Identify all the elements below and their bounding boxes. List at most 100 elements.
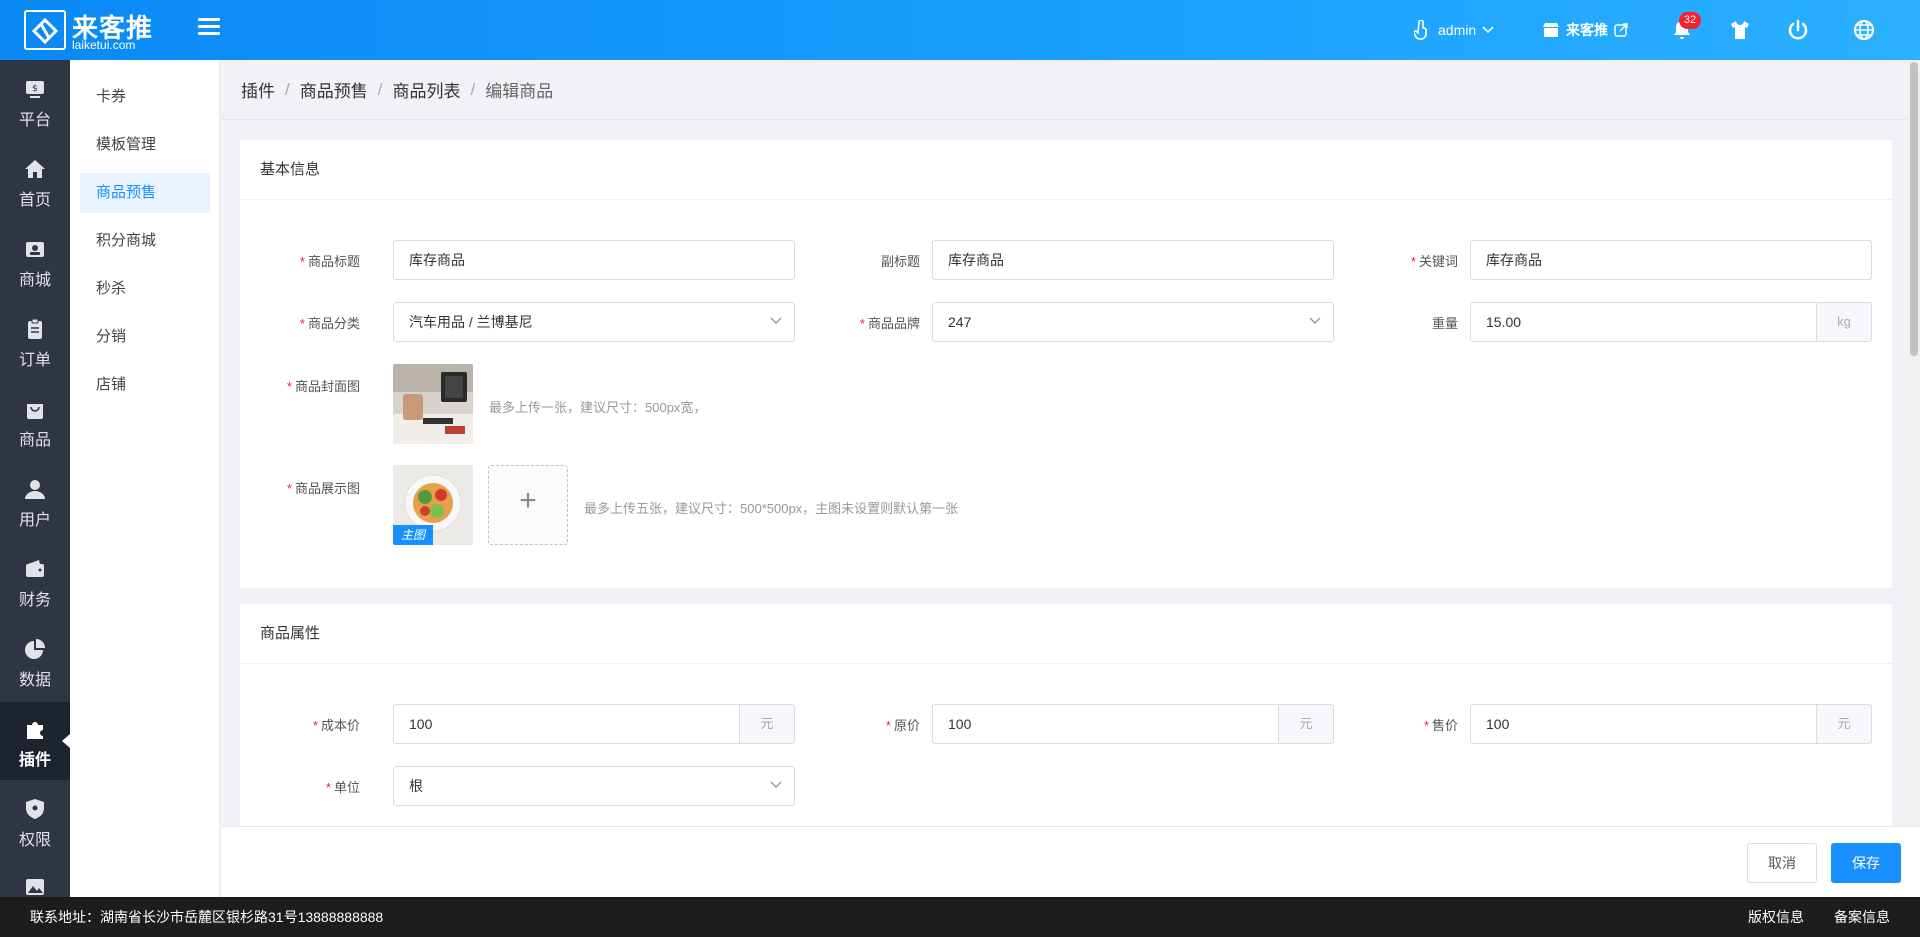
- currency-unit: 元: [1278, 704, 1334, 744]
- unit-select[interactable]: 根: [393, 766, 795, 806]
- copyright-link[interactable]: 版权信息: [1748, 897, 1804, 937]
- upload-image-button[interactable]: +: [488, 465, 568, 545]
- globe-icon[interactable]: [1852, 18, 1876, 42]
- product-title-input[interactable]: 库存商品: [393, 240, 795, 280]
- shield-icon: [26, 799, 44, 819]
- section-title: 商品属性: [240, 604, 1892, 664]
- weight-label: 重量: [1431, 316, 1458, 331]
- category-label: * 商品分类: [299, 316, 360, 331]
- original-price-label: * 原价: [885, 718, 920, 733]
- user-icon: [25, 480, 45, 499]
- brand-select[interactable]: 247: [932, 302, 1334, 342]
- puzzle-icon: [27, 722, 43, 739]
- footer-address: 联系地址：湖南省长沙市岳麓区银杉路31号13888888888: [30, 909, 384, 925]
- sidebar-item-permission[interactable]: 权限: [0, 782, 70, 860]
- chevron-down-icon: [1309, 317, 1321, 324]
- subtitle-label: 副标题: [880, 254, 920, 269]
- weight-input[interactable]: 15.00 kg: [1470, 302, 1872, 342]
- sale-price-label: * 售价: [1423, 718, 1458, 733]
- brand-label: * 商品品牌: [859, 316, 920, 331]
- category-value: 汽车用品 / 兰博基尼: [409, 314, 533, 330]
- gallery-label: * 商品展示图: [286, 481, 360, 496]
- sale-price-input[interactable]: 100 元: [1470, 704, 1872, 744]
- sidebar-item-user[interactable]: 用户: [0, 462, 70, 540]
- cover-label: * 商品封面图: [286, 379, 360, 394]
- category-select[interactable]: 汽车用品 / 兰博基尼: [393, 302, 795, 342]
- image-icon: [26, 879, 44, 895]
- breadcrumb-item[interactable]: 插件: [241, 77, 275, 102]
- sidebar-item-order[interactable]: 订单: [0, 302, 70, 380]
- attributes-card: 商品属性 * 成本价 100 元 * 原价 100 元 * 售价 100 元 * 单位 …: [240, 604, 1892, 826]
- submenu-item-coupon[interactable]: 卡券: [80, 77, 210, 117]
- store-link[interactable]: 来客推: [1542, 0, 1628, 60]
- user-menu[interactable]: admin: [1414, 0, 1494, 60]
- power-icon[interactable]: [1786, 18, 1810, 42]
- icp-link[interactable]: 备案信息: [1834, 897, 1890, 937]
- original-price-value: 100: [948, 716, 972, 732]
- submenu-item-points-mall[interactable]: 积分商城: [80, 221, 210, 261]
- submenu-item-template[interactable]: 模板管理: [80, 125, 210, 165]
- section-title: 基本信息: [240, 140, 1892, 200]
- save-button[interactable]: 保存: [1831, 843, 1901, 883]
- sidebar-item-label: 数据: [18, 672, 51, 689]
- order-icon: [28, 318, 42, 339]
- weight-unit: kg: [1816, 302, 1872, 342]
- chevron-down-icon: [770, 781, 782, 788]
- sidebar-item-finance[interactable]: 财务: [0, 542, 70, 620]
- sidebar-item-goods[interactable]: 商品: [0, 382, 70, 460]
- sidebar-item-label: 插件: [18, 752, 51, 769]
- weight-value: 15.00: [1486, 314, 1522, 330]
- submenu-item-distribution[interactable]: 分销: [80, 317, 210, 357]
- page-scrollbar[interactable]: [1908, 60, 1920, 826]
- brand-logo[interactable]: 来客推 laiketui.com: [24, 8, 154, 52]
- currency-unit: 元: [1816, 704, 1872, 744]
- notification-badge: 32: [1679, 12, 1701, 29]
- brand-value: 247: [948, 314, 972, 330]
- sidebar-item-home[interactable]: 首页: [0, 142, 70, 220]
- store-icon: [1543, 23, 1559, 37]
- external-link-icon: [1614, 23, 1628, 37]
- sidebar-item-label: 商品: [18, 432, 51, 449]
- home-icon: [25, 160, 45, 178]
- product-title-label: * 商品标题: [299, 254, 360, 269]
- sidebar-item-label: 商城: [18, 272, 51, 289]
- submenu-item-flash-sale[interactable]: 秒杀: [80, 269, 210, 309]
- gallery-image[interactable]: 主图: [393, 465, 473, 545]
- store-name: 来客推: [1566, 22, 1608, 38]
- sidebar-item-mall[interactable]: 商城: [0, 222, 70, 300]
- breadcrumb: 插件 / 商品预售 / 商品列表 / 编辑商品: [221, 60, 1920, 120]
- primary-sidebar: $ 平台 首页 商城 订单 商品 用户 财务 数据 插件 权限: [0, 60, 70, 897]
- wallet-icon: [26, 560, 44, 577]
- sidebar-item-plugin[interactable]: 插件: [0, 702, 70, 780]
- subtitle-input[interactable]: 库存商品: [932, 240, 1334, 280]
- keyword-input[interactable]: 库存商品: [1470, 240, 1872, 280]
- basic-info-card: 基本信息 * 商品标题 库存商品 副标题 库存商品 * 关键词 库存商品 * 商品分类…: [240, 140, 1892, 588]
- cost-price-input[interactable]: 100 元: [393, 704, 795, 744]
- tshirt-icon[interactable]: [1728, 18, 1752, 42]
- cover-image[interactable]: [393, 364, 473, 444]
- gallery-hint: 最多上传五张，建议尺寸：500*500px，主图未设置则默认第一张: [584, 501, 959, 516]
- cover-photo-image: [393, 364, 473, 444]
- submenu-item-presale[interactable]: 商品预售: [80, 173, 210, 213]
- top-header: 来客推 laiketui.com admin 来客推 32: [0, 0, 1920, 60]
- unit-value: 根: [409, 778, 423, 794]
- sidebar-item-media[interactable]: [0, 862, 70, 897]
- page-footer: 联系地址：湖南省长沙市岳麓区银杉路31号13888888888 版权信息 备案信…: [0, 897, 1920, 937]
- sidebar-item-label: 订单: [18, 352, 51, 369]
- submenu-item-shop[interactable]: 店铺: [80, 365, 210, 405]
- cancel-button[interactable]: 取消: [1747, 843, 1817, 883]
- mall-icon: [26, 242, 44, 257]
- sidebar-item-label: 财务: [18, 592, 51, 609]
- platform-icon: $: [26, 81, 44, 98]
- original-price-input[interactable]: 100 元: [932, 704, 1334, 744]
- breadcrumb-item[interactable]: 商品预售: [300, 77, 368, 102]
- form-action-bar: 取消 保存: [221, 826, 1920, 897]
- plus-icon: +: [519, 484, 537, 517]
- menu-toggle-icon[interactable]: [198, 18, 220, 40]
- sidebar-item-platform[interactable]: $ 平台: [0, 62, 70, 140]
- sidebar-item-data[interactable]: 数据: [0, 622, 70, 700]
- scrollbar-thumb[interactable]: [1910, 62, 1918, 356]
- cover-hint: 最多上传一张，建议尺寸：500px宽，: [489, 400, 707, 415]
- breadcrumb-item[interactable]: 商品列表: [392, 77, 460, 102]
- sidebar-item-label: 权限: [18, 832, 51, 849]
